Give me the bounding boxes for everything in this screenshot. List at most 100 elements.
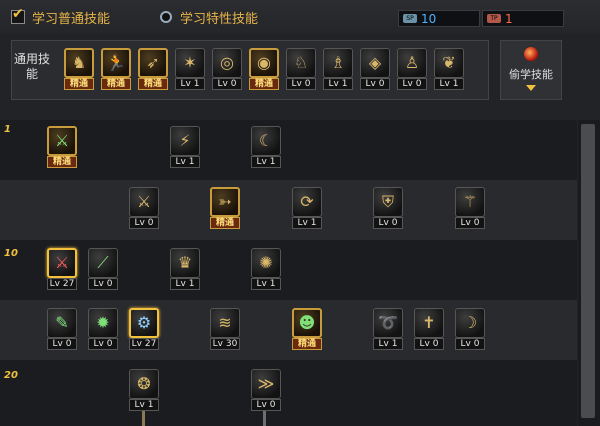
row-level-label: 10 bbox=[4, 248, 18, 259]
green-rider-icon[interactable]: ♘ bbox=[286, 48, 316, 78]
sp-points-display: SP 10 bbox=[398, 10, 480, 27]
skill-glyph: ≫ bbox=[257, 374, 275, 393]
skill-slot[interactable]: ≋ Lv 30 bbox=[210, 308, 240, 350]
skill-tree-row bbox=[0, 360, 577, 426]
skill-slot[interactable]: ♘ Lv 0 bbox=[286, 48, 316, 90]
skill-glyph: ♗ bbox=[330, 53, 346, 72]
skill-mastered-badge: 精通 bbox=[47, 156, 77, 168]
skill-slot[interactable]: ⚔ 精通 bbox=[47, 126, 77, 168]
skill-glyph: ☻ bbox=[298, 313, 316, 332]
skill-mastered-badge: 精通 bbox=[292, 338, 322, 350]
skill-glyph: 🏃 bbox=[106, 53, 126, 72]
spiral-slash-icon[interactable]: ⟳ bbox=[292, 187, 322, 217]
skill-slot[interactable]: ◈ Lv 0 bbox=[360, 48, 390, 90]
double-sword-icon[interactable]: ⚔ bbox=[129, 187, 159, 217]
skill-slot[interactable]: ✹ Lv 0 bbox=[88, 308, 118, 350]
skill-level-label: Lv 1 bbox=[434, 78, 464, 90]
skill-slot[interactable]: ♗ Lv 1 bbox=[323, 48, 353, 90]
green-target-master-icon[interactable]: ◉ bbox=[249, 48, 279, 78]
skill-slot[interactable]: ☾ Lv 1 bbox=[251, 126, 281, 168]
arc-wave-icon[interactable]: ≫ bbox=[251, 369, 281, 399]
skill-slot[interactable]: ➶ 精通 bbox=[138, 48, 168, 90]
arrow-dash-master-icon[interactable]: ➳ bbox=[210, 187, 240, 217]
skill-slot[interactable]: ♙ Lv 0 bbox=[397, 48, 427, 90]
skill-slot[interactable]: ⚙ Lv 27 bbox=[129, 308, 159, 350]
skill-glyph: ⚡ bbox=[179, 131, 191, 150]
leap-figure-icon[interactable]: 🏃 bbox=[101, 48, 131, 78]
green-spirit-icon[interactable]: ❦ bbox=[434, 48, 464, 78]
shield-icon[interactable]: ⛨ bbox=[373, 187, 403, 217]
skill-level-label: Lv 0 bbox=[47, 338, 77, 350]
golden-strongman-icon[interactable]: ♙ bbox=[397, 48, 427, 78]
skill-level-label: Lv 0 bbox=[212, 78, 242, 90]
vortex-icon[interactable]: ✺ bbox=[251, 248, 281, 278]
skill-level-label: Lv 27 bbox=[47, 278, 77, 290]
skill-slot[interactable]: ☻ 精通 bbox=[292, 308, 322, 350]
green-scroll-icon[interactable]: ✎ bbox=[47, 308, 77, 338]
tab-learn-normal-skills[interactable]: 学习普通技能 bbox=[10, 6, 110, 27]
skill-level-label: Lv 0 bbox=[360, 78, 390, 90]
crouch-figure-icon[interactable]: ♞ bbox=[64, 48, 94, 78]
blue-gears-icon[interactable]: ⚙ bbox=[129, 308, 159, 338]
golden-wave-icon[interactable]: ≋ bbox=[210, 308, 240, 338]
tab-learn-trait-skills[interactable]: 学习特性技能 bbox=[158, 7, 258, 27]
golden-wings-icon[interactable]: ✶ bbox=[175, 48, 205, 78]
skill-slot[interactable]: ⚔ Lv 0 bbox=[129, 187, 159, 229]
steal-skills-button[interactable]: 偷学技能 bbox=[500, 40, 562, 100]
skill-slot[interactable]: ⟳ Lv 1 bbox=[292, 187, 322, 229]
skill-level-label: Lv 1 bbox=[323, 78, 353, 90]
checkbox-icon[interactable] bbox=[10, 6, 26, 25]
skill-slot[interactable]: ☽ Lv 0 bbox=[455, 308, 485, 350]
rune-seal-icon[interactable]: ❂ bbox=[129, 369, 159, 399]
skill-slot[interactable]: ❦ Lv 1 bbox=[434, 48, 464, 90]
golden-eye-icon[interactable]: ◈ bbox=[360, 48, 390, 78]
green-target-icon[interactable]: ◎ bbox=[212, 48, 242, 78]
skill-level-label: Lv 1 bbox=[292, 217, 322, 229]
skill-slot[interactable]: ◉ 精通 bbox=[249, 48, 279, 90]
skill-glyph: ⛨ bbox=[381, 192, 394, 211]
green-burst-icon[interactable]: ✹ bbox=[88, 308, 118, 338]
skill-slot[interactable]: ≫ Lv 0 bbox=[251, 369, 281, 411]
skill-slot[interactable]: ⚡ Lv 1 bbox=[170, 126, 200, 168]
skill-level-label: Lv 1 bbox=[251, 278, 281, 290]
skill-slot[interactable]: ♞ 精通 bbox=[64, 48, 94, 90]
red-blade-icon[interactable]: ⚔ bbox=[47, 248, 77, 278]
sp-points-value: 10 bbox=[421, 11, 437, 26]
skill-slot[interactable]: ⟋ Lv 0 bbox=[88, 248, 118, 290]
swirl-slash-icon[interactable]: ➰ bbox=[373, 308, 403, 338]
cross-blade-icon[interactable]: ✝ bbox=[414, 308, 444, 338]
skill-slot[interactable]: ⛨ Lv 0 bbox=[373, 187, 403, 229]
skill-glyph: ☽ bbox=[462, 313, 478, 332]
moon-arc-icon[interactable]: ☽ bbox=[455, 308, 485, 338]
crescent-slash-icon[interactable]: ☾ bbox=[251, 126, 281, 156]
claw-slash-icon[interactable]: ⚡ bbox=[170, 126, 200, 156]
skill-slot[interactable]: ➳ 精通 bbox=[210, 187, 240, 229]
skill-glyph: ⚔ bbox=[54, 253, 70, 272]
triple-sword-icon[interactable]: ⚚ bbox=[455, 187, 485, 217]
green-head-master-icon[interactable]: ☻ bbox=[292, 308, 322, 338]
sprint-figure-icon[interactable]: ➶ bbox=[138, 48, 168, 78]
scrollbar[interactable] bbox=[578, 120, 600, 426]
tp-tag-icon: TP bbox=[487, 14, 501, 23]
skill-slot[interactable]: ✶ Lv 1 bbox=[175, 48, 205, 90]
crown-burst-icon[interactable]: ♛ bbox=[170, 248, 200, 278]
scrollbar-thumb[interactable] bbox=[581, 124, 595, 418]
green-slash-master-icon[interactable]: ⚔ bbox=[47, 126, 77, 156]
skill-slot[interactable]: ◎ Lv 0 bbox=[212, 48, 242, 90]
skill-slot[interactable]: ⚚ Lv 0 bbox=[455, 187, 485, 229]
radio-icon[interactable] bbox=[158, 9, 174, 25]
skill-slot[interactable]: ✎ Lv 0 bbox=[47, 308, 77, 350]
skill-slot[interactable]: ✺ Lv 1 bbox=[251, 248, 281, 290]
skill-glyph: ➳ bbox=[218, 192, 232, 211]
skill-tree-row bbox=[0, 180, 577, 240]
skill-slot[interactable]: ❂ Lv 1 bbox=[129, 369, 159, 411]
skill-slot[interactable]: ➰ Lv 1 bbox=[373, 308, 403, 350]
skill-slot[interactable]: 🏃 精通 bbox=[101, 48, 131, 90]
skill-slot[interactable]: ⚔ Lv 27 bbox=[47, 248, 77, 290]
skill-slot[interactable]: ✝ Lv 0 bbox=[414, 308, 444, 350]
skill-glyph: ⚚ bbox=[462, 192, 478, 211]
skill-glyph: ❦ bbox=[442, 53, 456, 72]
skill-slot[interactable]: ♛ Lv 1 bbox=[170, 248, 200, 290]
green-archer-icon[interactable]: ♗ bbox=[323, 48, 353, 78]
green-blade-icon[interactable]: ⟋ bbox=[88, 248, 118, 278]
